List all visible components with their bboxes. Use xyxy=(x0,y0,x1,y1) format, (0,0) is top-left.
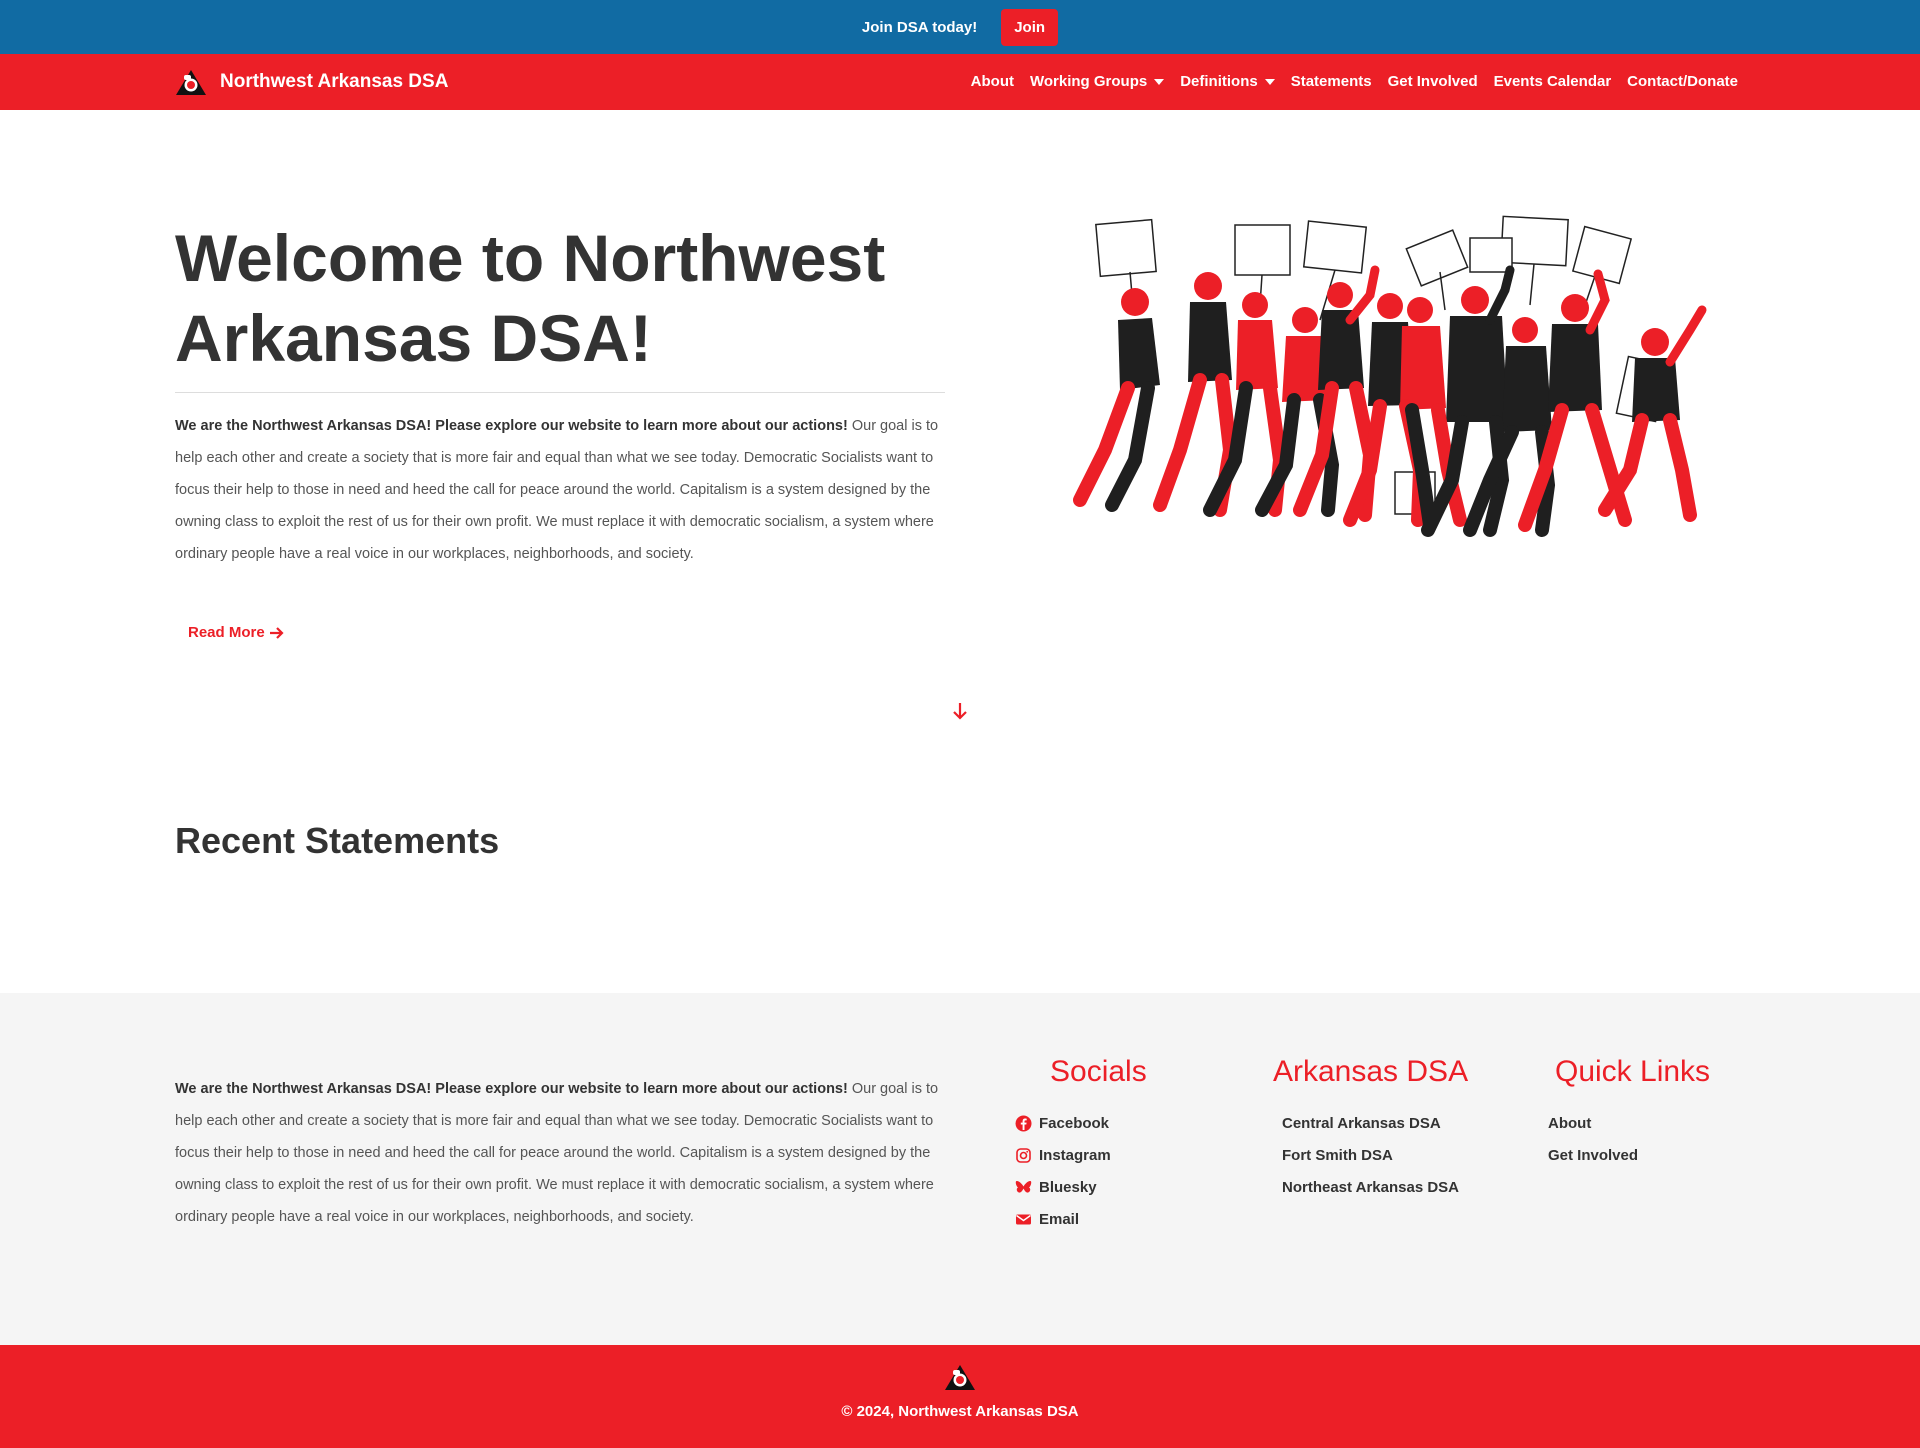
footer-arkansas-title: Arkansas DSA xyxy=(1273,1055,1469,1088)
nav-item-working-groups[interactable]: Working Groups xyxy=(1029,73,1165,90)
footer-quick-links-title: Quick Links xyxy=(1555,1055,1711,1088)
chevron-down-icon xyxy=(1264,78,1275,85)
social-link-bluesky[interactable]: Bluesky xyxy=(1015,1171,1111,1203)
divider xyxy=(175,392,945,393)
read-more-link[interactable]: Read More xyxy=(188,624,285,641)
announcement-bar: Join DSA today! Join xyxy=(0,0,1920,54)
chevron-down-icon xyxy=(1154,78,1165,85)
nav-label: Definitions xyxy=(1180,73,1258,90)
social-link-email[interactable]: Email xyxy=(1015,1203,1111,1235)
arrow-down-icon[interactable] xyxy=(950,700,970,722)
footer-quick-links-list: About Get Involved xyxy=(1548,1107,1638,1171)
social-link-label: Instagram xyxy=(1039,1146,1111,1164)
arrow-right-icon xyxy=(269,626,284,639)
join-button[interactable]: Join xyxy=(1001,8,1059,46)
nav-label: About xyxy=(970,73,1014,90)
page-title: Welcome to Northwest Arkansas DSA! xyxy=(175,221,886,375)
footer-arkansas-list: Central Arkansas DSA Fort Smith DSA Nort… xyxy=(1282,1107,1459,1203)
nav-item-definitions[interactable]: Definitions xyxy=(1180,73,1275,90)
quick-link-about[interactable]: About xyxy=(1548,1107,1638,1139)
nav-label: Working Groups xyxy=(1029,73,1148,90)
rose-fist-logo-icon xyxy=(945,1365,975,1390)
section-title-recent-statements: Recent Statements xyxy=(175,820,500,861)
copyright-bar: © 2024, Northwest Arkansas DSA xyxy=(0,1345,1920,1448)
chapter-link-fort-smith[interactable]: Fort Smith DSA xyxy=(1282,1139,1459,1171)
social-link-label: Email xyxy=(1039,1210,1080,1228)
social-link-facebook[interactable]: Facebook xyxy=(1015,1107,1111,1139)
brand-name: Northwest Arkansas DSA xyxy=(220,71,449,92)
chapter-link-central-arkansas[interactable]: Central Arkansas DSA xyxy=(1282,1107,1459,1139)
footer-socials-title: Socials xyxy=(1050,1055,1147,1088)
footer-socials-list: Facebook Instagram Bluesky Email xyxy=(1015,1107,1111,1235)
nav-item-events-calendar[interactable]: Events Calendar xyxy=(1494,73,1612,90)
nav-item-get-involved[interactable]: Get Involved xyxy=(1388,73,1478,90)
nav-item-statements[interactable]: Statements xyxy=(1291,73,1372,90)
nav-label: Get Involved xyxy=(1387,73,1478,90)
quick-link-get-involved[interactable]: Get Involved xyxy=(1548,1139,1638,1171)
footer-intro-bold: We are the Northwest Arkansas DSA! Pleas… xyxy=(175,1081,848,1097)
bluesky-icon xyxy=(1015,1180,1032,1193)
nav-item-contact-donate[interactable]: Contact/Donate xyxy=(1627,73,1738,90)
copyright-text: © 2024, Northwest Arkansas DSA xyxy=(841,1403,1079,1420)
facebook-icon xyxy=(1015,1115,1032,1131)
footer-intro-rest: Our goal is to help each other and creat… xyxy=(175,1081,939,1225)
brand-link[interactable]: Northwest Arkansas DSA xyxy=(175,68,448,96)
nav-label: Contact/Donate xyxy=(1627,73,1738,90)
footer-intro: We are the Northwest Arkansas DSA! Pleas… xyxy=(175,1073,945,1233)
instagram-icon xyxy=(1016,1147,1031,1163)
hero-intro-rest: Our goal is to help each other and creat… xyxy=(175,418,939,562)
nav-menu: About Working Groups Definitions Stateme… xyxy=(971,73,1738,90)
email-icon xyxy=(1016,1214,1031,1224)
read-more-label: Read More xyxy=(188,624,265,641)
rose-fist-logo-icon xyxy=(176,70,206,95)
nav-label: Events Calendar xyxy=(1493,73,1612,90)
nav-label: Statements xyxy=(1290,73,1372,90)
marching-protesters-illustration-icon xyxy=(1073,215,1707,537)
nav-item-about[interactable]: About xyxy=(971,73,1014,90)
hero-intro-bold: We are the Northwest Arkansas DSA! Pleas… xyxy=(175,418,848,434)
social-link-instagram[interactable]: Instagram xyxy=(1015,1139,1111,1171)
social-link-label: Bluesky xyxy=(1039,1178,1097,1196)
main-navbar: Northwest Arkansas DSA About Working Gro… xyxy=(0,54,1920,110)
chapter-link-northeast-arkansas[interactable]: Northeast Arkansas DSA xyxy=(1282,1171,1459,1203)
social-link-label: Facebook xyxy=(1039,1114,1110,1132)
hero-intro: We are the Northwest Arkansas DSA! Pleas… xyxy=(175,410,945,570)
announcement-text: Join DSA today! xyxy=(861,18,978,36)
